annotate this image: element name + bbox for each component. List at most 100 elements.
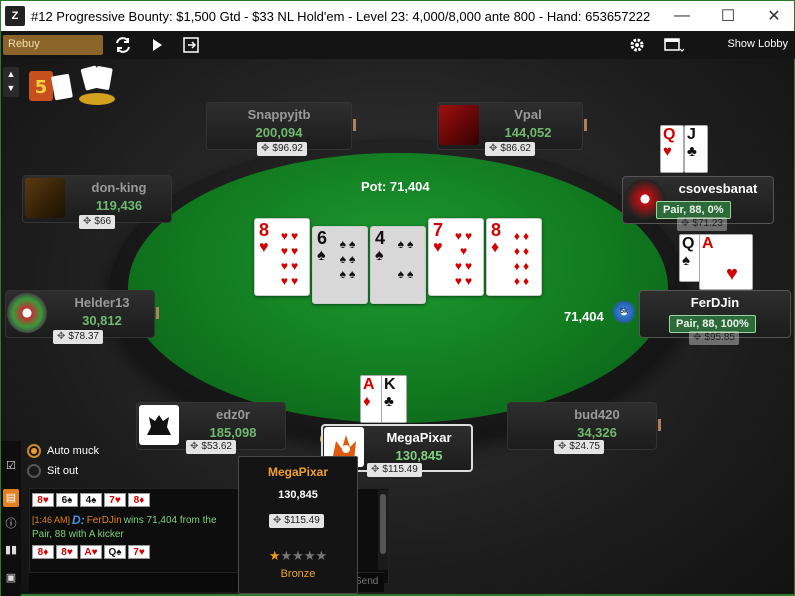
star-icon: ★ xyxy=(292,548,304,563)
star-icon: ★ xyxy=(268,548,281,563)
star-icon: ★ xyxy=(315,548,328,563)
mini-card: A ♥ xyxy=(80,545,102,559)
chat-icon[interactable]: ▤ xyxy=(3,489,19,507)
notes-icon[interactable]: ▣ xyxy=(3,569,19,587)
board-card-1: 8 ♥ ♥♥ ♥♥ ♥♥ ♥♥ xyxy=(254,218,310,296)
bounty-icon: ✥ xyxy=(190,441,199,452)
star-icon: ★ xyxy=(280,548,293,563)
player-avatar[interactable] xyxy=(7,293,47,333)
send-button[interactable]: Send xyxy=(355,576,378,587)
bounty-icon: ✥ xyxy=(558,441,567,452)
bounty-icon: ✥ xyxy=(371,464,380,475)
board-card-2: 6 ♠ ♠♠ ♠♠ ♠♠ xyxy=(312,226,368,304)
seat-tick xyxy=(658,419,661,431)
bounty-badge: ✥ $71.23 xyxy=(677,217,727,231)
leave-table-icon[interactable] xyxy=(177,34,205,56)
game-area: Rebuy Show Lobby ▲ ▼ 5 Pot: 71,404 8 ♥ ♥… xyxy=(0,31,795,596)
player-info-popup: MegaPixar 130,845 ✥ $115.49 ★★★★★ Bronze xyxy=(238,456,358,594)
bounty-badge: ✥ $66 xyxy=(79,215,116,229)
popup-player-name: MegaPixar xyxy=(267,465,329,479)
sit-out-radio[interactable] xyxy=(27,464,41,478)
close-button[interactable]: ✕ xyxy=(751,1,795,31)
bounty-icon: ✥ xyxy=(261,143,270,154)
player-avatar[interactable] xyxy=(439,105,479,145)
bounty-icon: ✥ xyxy=(57,331,66,342)
player-avatar[interactable] xyxy=(139,405,179,445)
bounty-badge: ✥ $24.75 xyxy=(554,440,604,454)
player-stack: 34,326 xyxy=(577,425,617,440)
bounty-badge: ✥ $115.49 xyxy=(367,463,422,477)
popup-stack: 130,845 xyxy=(278,489,318,501)
auto-muck-label: Auto muck xyxy=(47,445,99,457)
sit-out-option[interactable]: Sit out xyxy=(27,464,78,478)
auto-muck-radio[interactable] xyxy=(27,444,41,458)
window-title: #12 Progressive Bounty: $1,500 Gtd - $33… xyxy=(31,8,651,24)
chat-text: wins 71,404 from the xyxy=(123,514,217,526)
pot-label: Pot: 71,404 xyxy=(361,179,430,194)
mini-card: 4 ♠ xyxy=(80,493,102,507)
app-logo-icon: Z xyxy=(5,6,25,26)
player-name: Snappyjtb xyxy=(247,107,311,122)
checklist-icon[interactable]: ☑ xyxy=(3,457,19,475)
chat-player: FerDJin xyxy=(86,514,122,526)
achievement-badges[interactable]: 5 xyxy=(27,65,123,109)
bounty-badge: ✥ $86.62 xyxy=(485,142,535,156)
settings-gear-icon[interactable] xyxy=(623,34,651,56)
bounty-icon: ✥ xyxy=(273,515,282,526)
info-icon[interactable]: ⓘ xyxy=(3,515,19,533)
hole-card: K ♣ xyxy=(381,375,407,423)
board-card-5: 8 ♦ ♦♦ ♦♦ ♦♦ ♦♦ xyxy=(486,218,542,296)
bounty-badge: ✥ $95.85 xyxy=(689,331,739,345)
bounty-icon: ✥ xyxy=(693,332,702,343)
rotate-seats-icon[interactable] xyxy=(109,34,137,56)
hole-card: A ♥ xyxy=(699,234,753,290)
player-avatar[interactable] xyxy=(25,178,65,218)
mini-card: 6 ♠ xyxy=(56,493,78,507)
mini-card: 8 ♥ xyxy=(56,545,78,559)
bet-amount: 71,404 xyxy=(564,309,604,324)
mini-card: 8 ♦ xyxy=(128,493,150,507)
window-titlebar: Z #12 Progressive Bounty: $1,500 Gtd - $… xyxy=(0,0,795,31)
stats-chart-icon[interactable]: ▮▮ xyxy=(3,541,19,559)
mini-card: Q ♠ xyxy=(104,545,126,559)
hole-card: J ♣ xyxy=(684,125,708,173)
rebuy-button[interactable]: Rebuy xyxy=(3,35,103,55)
seat-tick xyxy=(584,119,587,131)
bounty-badge: ✥ $96.92 xyxy=(257,142,307,156)
side-panel-buttons: ☑ ▤ ⓘ ▮▮ ▣ xyxy=(1,441,21,596)
chat-message-line2: Pair, 88 with A kicker xyxy=(32,529,124,540)
svg-text:5: 5 xyxy=(35,77,48,98)
seat-tick xyxy=(156,307,159,319)
show-lobby-link[interactable]: Show Lobby xyxy=(727,38,788,50)
player-stack: 200,094 xyxy=(255,125,303,140)
seat-tick xyxy=(353,119,356,131)
bounty-icon: ✥ xyxy=(83,216,92,227)
player-name: FerDJin xyxy=(690,295,740,310)
star-icon: ★ xyxy=(303,548,316,563)
table-view-dropdown-icon[interactable] xyxy=(657,34,691,56)
mini-card: 7 ♥ xyxy=(104,493,126,507)
popup-rank: Bronze xyxy=(280,568,316,580)
board-card-3: 4 ♠ ♠♠ ♠♠ xyxy=(370,226,426,304)
mini-card: 7 ♥ xyxy=(128,545,150,559)
chat-board-row: 8 ♥ 6 ♠ 4 ♠ 7 ♥ 8 ♦ xyxy=(32,493,150,507)
player-name: bud420 xyxy=(574,407,620,422)
sit-out-label: Sit out xyxy=(47,465,79,477)
chat-scrollbar[interactable] xyxy=(378,490,388,570)
bounty-badge: ✥ $53.62 xyxy=(186,440,236,454)
table-toolbar: Rebuy Show Lobby xyxy=(1,31,795,59)
rating-stars: ★★★★★ xyxy=(239,548,357,564)
board-card-4: 7 ♥ ♥♥ ♥ ♥♥ ♥♥ xyxy=(428,218,484,296)
bounty-icon: ✥ xyxy=(681,218,690,229)
auto-muck-option[interactable]: Auto muck xyxy=(27,444,99,458)
mini-card: 8 ♥ xyxy=(32,493,54,507)
chat-hand-row: 8 ♦ 8 ♥ A ♥ Q ♠ 7 ♥ xyxy=(32,545,150,559)
hole-card: Q ♥ xyxy=(660,125,684,173)
minimize-button[interactable]: — xyxy=(659,1,705,31)
scroll-arrows-icon[interactable]: ▲ ▼ xyxy=(3,67,19,97)
bounty-icon: ✥ xyxy=(489,143,498,154)
maximize-button[interactable]: ☐ xyxy=(705,1,751,31)
play-icon[interactable] xyxy=(143,34,171,56)
chip-stack-icon: 5k xyxy=(613,301,635,323)
popup-bounty-badge: ✥ $115.49 xyxy=(269,514,324,528)
